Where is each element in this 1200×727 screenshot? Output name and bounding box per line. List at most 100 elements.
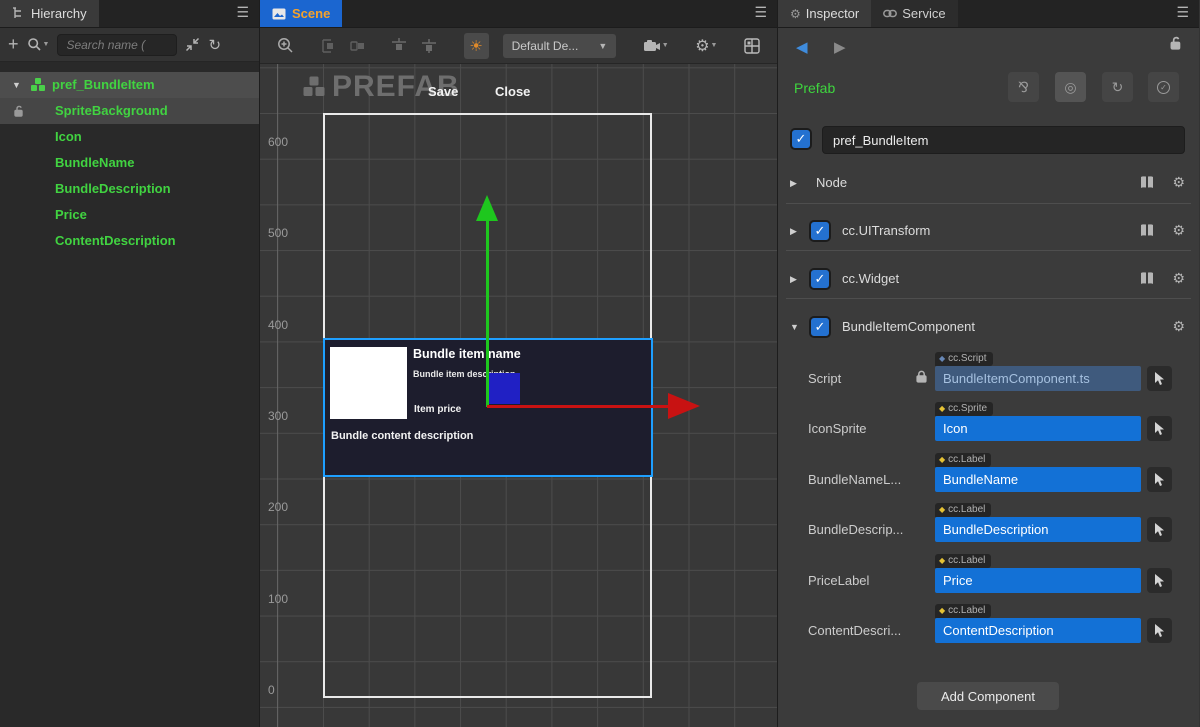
prefab-apply-button[interactable]: ✓ [1148, 72, 1179, 102]
create-node-button[interactable]: + [8, 34, 19, 55]
price-field[interactable]: Price [935, 568, 1141, 593]
dropdown-caret-icon: ▼ [598, 41, 607, 51]
zoom-icon[interactable] [277, 37, 294, 54]
pick-reference-button[interactable] [1147, 517, 1172, 542]
search-filter-icon[interactable]: ▼ [27, 37, 50, 52]
align-left-icon[interactable] [321, 39, 336, 53]
gizmo-x-axis[interactable] [487, 405, 668, 408]
docs-icon[interactable] [1139, 223, 1155, 238]
expander-icon[interactable]: ▶ [790, 226, 797, 237]
expander-icon[interactable]: ▼ [12, 72, 21, 98]
expander-icon[interactable]: ▶ [790, 178, 797, 189]
add-component-button[interactable]: Add Component [917, 682, 1059, 710]
scene-menu-icon[interactable]: ☰ [754, 4, 767, 21]
expander-icon[interactable]: ▼ [790, 322, 799, 332]
history-back-button[interactable]: ◀ [796, 38, 808, 56]
bundlename-field[interactable]: BundleName [935, 467, 1141, 492]
gear-caret: ▼ [711, 42, 718, 49]
tab-service[interactable]: Service [871, 0, 957, 27]
type-badge: ◆cc.Script [935, 352, 993, 366]
prefab-reset-button[interactable]: ↻ [1102, 72, 1133, 102]
gear-icon: ⚙ [790, 7, 801, 21]
collapse-all-icon[interactable] [185, 37, 200, 52]
docs-icon[interactable] [1139, 271, 1155, 286]
tree-item-label: pref_BundleItem [52, 72, 155, 98]
resolution-dropdown[interactable]: Default De... ▼ [503, 34, 617, 58]
docs-icon[interactable] [1139, 175, 1155, 190]
gear-icon[interactable]: ⚙ [1172, 222, 1185, 239]
unlock-icon[interactable] [13, 105, 25, 117]
tree-item-label: Price [55, 202, 87, 228]
lighting-toggle-button[interactable]: ☀ [464, 33, 489, 59]
tree-item[interactable]: SpriteBackground [0, 98, 259, 124]
prefab-locate-button[interactable]: ◎ [1055, 72, 1086, 102]
inspector-unlock-icon[interactable] [1169, 36, 1183, 50]
section-uitransform[interactable]: ▶ ✓ cc.UITransform ⚙ [786, 220, 1191, 244]
preview-item-price: Item price [414, 404, 461, 415]
inspector-menu-icon[interactable]: ☰ [1176, 4, 1189, 21]
tab-scene[interactable]: Scene [260, 0, 342, 27]
layout-grid-icon[interactable] [744, 38, 760, 54]
inspector-tab-label: Inspector [806, 6, 859, 21]
scene-viewport[interactable]: 600 500 400 300 200 100 0 PREFAB Save Cl… [260, 64, 777, 727]
section-node[interactable]: ▶ Node ⚙ [786, 172, 1191, 196]
gear-icon[interactable]: ⚙ [1172, 270, 1185, 287]
bundledescription-field[interactable]: BundleDescription [935, 517, 1141, 542]
tree-item-root[interactable]: ▼ pref_BundleItem [0, 72, 259, 98]
align-center-icon[interactable] [350, 39, 365, 53]
close-button[interactable]: Close [495, 84, 530, 99]
tree-item[interactable]: Icon [0, 124, 259, 150]
gear-icon[interactable]: ⚙ [1172, 318, 1185, 335]
prefab-label: Prefab [794, 80, 835, 96]
node-active-checkbox[interactable]: ✓ [790, 128, 812, 150]
iconsprite-field[interactable]: Icon [935, 416, 1141, 441]
prefab-unlink-button[interactable]: ⅋ [1008, 72, 1039, 102]
gizmo-xy-handle[interactable] [489, 373, 520, 404]
type-badge: ◆cc.Label [935, 453, 991, 467]
tree-item-label: Icon [55, 124, 82, 150]
scene-settings-gear-icon[interactable]: ⚙ ▼ [695, 36, 717, 56]
prop-label-contentdescription: ContentDescri... [808, 623, 901, 638]
editor-window: Hierarchy ☰ + ▼ ↻ ▼ [0, 0, 1200, 727]
component-enabled-checkbox[interactable]: ✓ [809, 316, 831, 338]
scene-tabbar: Scene ☰ [260, 0, 777, 28]
pick-reference-button[interactable] [1147, 416, 1172, 441]
search-input[interactable] [57, 34, 177, 56]
tab-hierarchy[interactable]: Hierarchy [0, 0, 99, 27]
hierarchy-menu-icon[interactable]: ☰ [236, 4, 249, 21]
hierarchy-toolbar: + ▼ ↻ [0, 28, 259, 62]
tree-item[interactable]: BundleDescription [0, 176, 259, 202]
pick-reference-button[interactable] [1147, 366, 1172, 391]
gizmo-x-arrowhead[interactable] [668, 393, 700, 419]
distribute-vertical-icon[interactable] [391, 38, 407, 53]
history-forward-button[interactable]: ▶ [834, 38, 846, 56]
ruler-label: 500 [268, 226, 288, 240]
hierarchy-tree: ▼ pref_BundleItem SpriteBackground Icon … [0, 62, 259, 727]
divider [786, 203, 1191, 204]
tree-item[interactable]: BundleName [0, 150, 259, 176]
tree-item-label: SpriteBackground [55, 98, 168, 124]
component-enabled-checkbox[interactable]: ✓ [809, 220, 831, 242]
tree-item[interactable]: ContentDescription [0, 228, 259, 254]
prop-label-iconsprite: IconSprite [808, 421, 867, 436]
script-field[interactable]: BundleItemComponent.ts [935, 366, 1141, 391]
gear-icon[interactable]: ⚙ [1172, 174, 1185, 191]
save-button[interactable]: Save [428, 84, 458, 99]
component-enabled-checkbox[interactable]: ✓ [809, 268, 831, 290]
section-bundleitemcomponent[interactable]: ▼ ✓ BundleItemComponent ⚙ [786, 316, 1191, 340]
tree-item-label: ContentDescription [55, 228, 176, 254]
pick-reference-button[interactable] [1147, 618, 1172, 643]
node-name-input[interactable] [822, 126, 1185, 154]
service-tab-label: Service [902, 6, 945, 21]
pick-reference-button[interactable] [1147, 568, 1172, 593]
distribute-horizontal-icon[interactable] [421, 38, 437, 53]
tab-inspector[interactable]: ⚙ Inspector [778, 0, 871, 27]
camera-icon[interactable]: ▼ [643, 39, 669, 53]
refresh-icon[interactable]: ↻ [208, 36, 221, 54]
pick-reference-button[interactable] [1147, 467, 1172, 492]
gizmo-y-arrowhead[interactable] [476, 195, 498, 221]
contentdescription-field[interactable]: ContentDescription [935, 618, 1141, 643]
tree-item[interactable]: Price [0, 202, 259, 228]
expander-icon[interactable]: ▶ [790, 274, 797, 285]
section-widget[interactable]: ▶ ✓ cc.Widget ⚙ [786, 268, 1191, 292]
